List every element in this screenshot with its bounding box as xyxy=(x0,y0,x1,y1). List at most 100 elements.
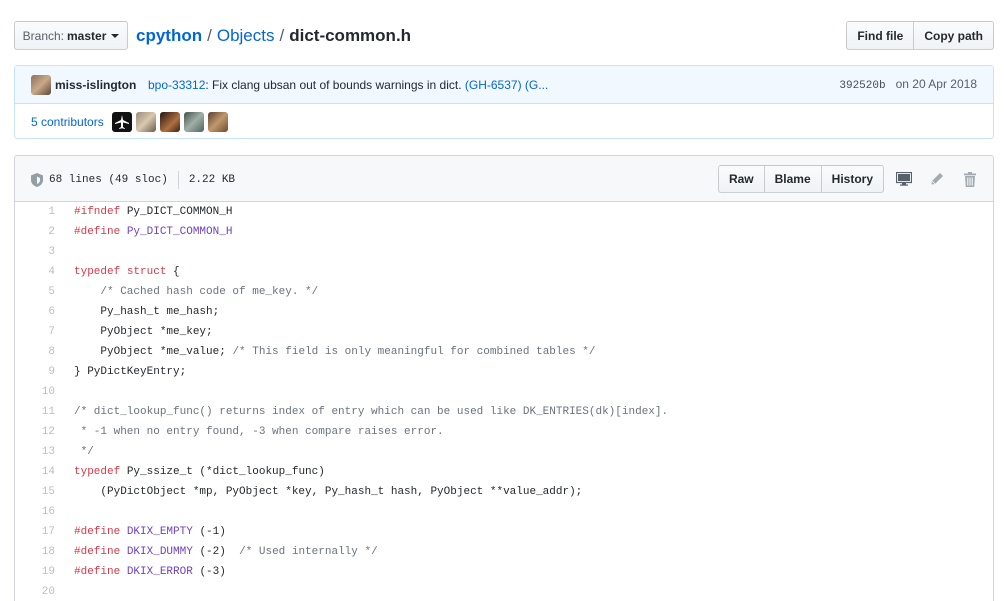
breadcrumb-file-name: dict-common.h xyxy=(289,26,412,45)
code-line: 20 xyxy=(15,582,993,601)
line-code: Py_hash_t me_hash; xyxy=(55,302,219,322)
code-token: (-1) xyxy=(192,526,226,538)
code-token: #define xyxy=(74,566,121,578)
code-line: 4 typedef struct { xyxy=(15,262,993,282)
line-number[interactable]: 10 xyxy=(15,382,55,402)
line-number[interactable]: 13 xyxy=(15,442,55,462)
line-number[interactable]: 14 xyxy=(15,462,55,482)
code-line: 12 * -1 when no entry found, -3 when com… xyxy=(15,422,993,442)
breadcrumb-directory-link[interactable]: Objects xyxy=(217,26,275,45)
line-number[interactable]: 4 xyxy=(15,262,55,282)
commit-date: on 20 Apr 2018 xyxy=(895,77,977,91)
avatar[interactable] xyxy=(159,112,180,132)
code-token: #define xyxy=(74,546,121,558)
history-button[interactable]: History xyxy=(820,165,884,193)
line-number[interactable]: 2 xyxy=(15,222,55,242)
code-line: 2 #define Py_DICT_COMMON_H xyxy=(15,222,993,242)
pencil-icon xyxy=(931,173,943,185)
line-code: */ xyxy=(55,442,94,462)
code-token: } PyDictKeyEntry; xyxy=(74,366,187,378)
breadcrumb: cpython / Objects / dict-common.h xyxy=(136,25,411,47)
find-file-button[interactable]: Find file xyxy=(846,21,915,50)
blame-button[interactable]: Blame xyxy=(763,165,822,193)
breadcrumb-repo-link[interactable]: cpython xyxy=(136,26,202,45)
file-lines-info: 68 lines (49 sloc) xyxy=(49,174,168,186)
code-token: Py_DICT_COMMON_H xyxy=(120,226,233,238)
code-line: 7 PyObject *me_key; xyxy=(15,322,993,342)
code-token: DKIX_DUMMY xyxy=(120,546,193,558)
avatar[interactable] xyxy=(135,112,156,132)
line-number[interactable]: 18 xyxy=(15,542,55,562)
line-number[interactable]: 19 xyxy=(15,562,55,582)
line-number[interactable]: 16 xyxy=(15,502,55,522)
line-code: #ifndef Py_DICT_COMMON_H xyxy=(55,202,232,222)
line-number[interactable]: 20 xyxy=(15,582,55,601)
commit-sha-link[interactable]: 392520b xyxy=(839,80,885,92)
code-token: Py_hash_t me_hash; xyxy=(74,306,220,318)
code-token: */ xyxy=(74,446,94,458)
edit-file-button[interactable] xyxy=(924,166,950,192)
divider xyxy=(177,171,179,189)
code-token: /* Used internally */ xyxy=(239,546,378,558)
line-number[interactable]: 7 xyxy=(15,322,55,342)
code-token: /* This field is only meaningful for com… xyxy=(232,346,596,358)
code-token: PyObject *me_value; xyxy=(74,346,233,358)
contributors-link[interactable]: 5 contributors xyxy=(31,115,104,129)
avatar[interactable] xyxy=(207,112,228,132)
line-code: PyObject *me_value; /* This field is onl… xyxy=(55,342,596,362)
commit-tease: miss-islington bpo-33312: Fix clang ubsa… xyxy=(15,66,993,104)
code-token: (-2) xyxy=(192,546,240,558)
line-number[interactable]: 3 xyxy=(15,242,55,262)
line-code: typedef Py_ssize_t (*dict_lookup_func) xyxy=(55,462,325,482)
file-info: 68 lines (49 sloc) 2.22 KB xyxy=(31,171,235,189)
code-line: 19 #define DKIX_ERROR (-3) xyxy=(15,562,993,582)
code-token: DKIX_EMPTY xyxy=(120,526,193,538)
shield-icon xyxy=(31,173,43,187)
open-desktop-button[interactable] xyxy=(891,166,917,192)
file-actions: Raw Blame History xyxy=(717,165,983,193)
code-token: DKIX_ERROR xyxy=(120,566,193,578)
line-number[interactable]: 8 xyxy=(15,342,55,362)
commit-more-link[interactable]: (G... xyxy=(525,78,548,92)
code-token: * -1 when no entry found, -3 when compar… xyxy=(74,426,444,438)
line-number[interactable]: 11 xyxy=(15,402,55,422)
line-number[interactable]: 6 xyxy=(15,302,55,322)
code-token: Py_DICT_COMMON_H xyxy=(120,206,233,218)
delete-file-button[interactable] xyxy=(957,166,983,192)
line-number[interactable]: 1 xyxy=(15,202,55,222)
line-number[interactable]: 17 xyxy=(15,522,55,542)
desktop-icon xyxy=(896,172,912,186)
line-number[interactable]: 12 xyxy=(15,422,55,442)
file-viewer: 68 lines (49 sloc) 2.22 KB Raw Blame His… xyxy=(14,155,994,601)
line-code: #define DKIX_ERROR (-3) xyxy=(55,562,226,582)
commit-issue-link[interactable]: bpo-33312 xyxy=(148,78,205,92)
line-number[interactable]: 15 xyxy=(15,482,55,502)
avatar[interactable] xyxy=(183,112,204,132)
code-token: typedef xyxy=(74,266,121,278)
line-code: /* Cached hash code of me_key. */ xyxy=(55,282,318,302)
line-code: #define Py_DICT_COMMON_H xyxy=(55,222,232,242)
commit-pr-link[interactable]: (GH-6537) xyxy=(465,78,522,92)
breadcrumb-separator: / xyxy=(207,26,212,45)
copy-path-button[interactable]: Copy path xyxy=(913,21,994,50)
code-token: /* dict_lookup_func() returns index of e… xyxy=(74,406,669,418)
avatar[interactable] xyxy=(111,112,132,132)
breadcrumb-separator: / xyxy=(279,26,285,45)
line-code: } PyDictKeyEntry; xyxy=(55,362,186,382)
line-code: * -1 when no entry found, -3 when compar… xyxy=(55,422,444,442)
code-token: #define xyxy=(74,526,121,538)
line-number[interactable]: 9 xyxy=(15,362,55,382)
line-number[interactable]: 5 xyxy=(15,282,55,302)
code-token: #define xyxy=(74,226,121,238)
raw-button[interactable]: Raw xyxy=(717,165,765,193)
code-line: 10 xyxy=(15,382,993,402)
branch-select-button[interactable]: Branch: master xyxy=(14,21,128,50)
line-code: (PyDictObject *mp, PyObject *key, Py_has… xyxy=(55,482,582,502)
commit-author-link[interactable]: miss-islington xyxy=(55,78,136,92)
avatar[interactable] xyxy=(31,75,51,95)
code-token: /* Cached hash code of me_key. */ xyxy=(100,286,319,298)
code-token: (-3) xyxy=(192,566,226,578)
